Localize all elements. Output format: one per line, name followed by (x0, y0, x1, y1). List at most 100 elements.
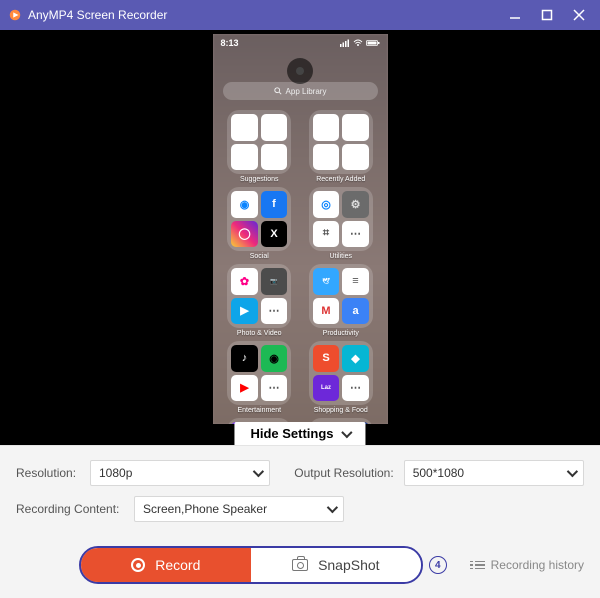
app-icon: ⚙ (342, 191, 369, 218)
app-icon: ⌗ (313, 221, 340, 248)
app-icon: ⋯ (261, 375, 288, 402)
folder-label: Productivity (323, 330, 359, 337)
chevron-down-icon (567, 466, 578, 477)
folder-label: Recently Added (316, 176, 365, 183)
folder-grid: ◉f◯X (227, 187, 291, 251)
folder-grid (309, 110, 373, 174)
record-label: Record (155, 557, 200, 573)
app-title: AnyMP4 Screen Recorder (28, 8, 167, 22)
app-icon (313, 144, 340, 171)
app-icon: ⋯ (261, 298, 288, 325)
app-icon: S (313, 345, 340, 372)
search-placeholder: App Library (286, 87, 327, 96)
maximize-button[interactable] (534, 5, 560, 25)
recording-history-button[interactable]: Recording history (470, 558, 584, 572)
app-icon: ♪ (231, 345, 258, 372)
app-icon: ◯ (231, 221, 258, 248)
record-button[interactable]: Record (81, 548, 251, 582)
app-folder[interactable]: ◎⚙⌗⋯ Utilities (304, 187, 378, 260)
app-icon (261, 144, 288, 171)
minimize-button[interactable] (502, 5, 528, 25)
app-icon: 📷 (261, 268, 288, 295)
folder-grid: 🕊≡Ma (309, 264, 373, 328)
app-folder[interactable]: ♪◉▶⋯ Entertainment (223, 341, 297, 414)
record-icon (131, 558, 145, 572)
phone-preview: 8:13 App Library Suggestions Recently Add… (213, 34, 388, 424)
output-resolution-label: Output Resolution: (294, 466, 393, 480)
preview-area: 8:13 App Library Suggestions Recently Add… (0, 30, 600, 445)
folder-label: Suggestions (240, 176, 279, 183)
record-snapshot-pair: Record SnapShot (79, 546, 423, 584)
app-icon (342, 144, 369, 171)
app-icon: ⋯ (342, 375, 369, 402)
app-folder[interactable]: Suggestions (223, 110, 297, 183)
phone-statusbar: 8:13 (213, 34, 388, 52)
app-icon: ≡ (342, 268, 369, 295)
app-icon: ▶ (231, 298, 258, 325)
window-controls (502, 5, 592, 25)
dynamic-island (287, 58, 313, 84)
app-icon: ◉ (231, 191, 258, 218)
app-icon: f (261, 191, 288, 218)
phone-time: 8:13 (221, 38, 239, 48)
folder-label: Shopping & Food (314, 407, 368, 414)
app-icon (231, 144, 258, 171)
app-library-search[interactable]: App Library (223, 82, 378, 100)
recording-history-label: Recording history (491, 558, 584, 572)
app-icon (261, 114, 288, 141)
chevron-down-icon (341, 426, 352, 437)
recording-content-label: Recording Content: (16, 502, 124, 516)
app-icon: ▶ (231, 375, 258, 402)
chevron-down-icon (327, 502, 338, 513)
resolution-label: Resolution: (16, 466, 80, 480)
app-icon: a (342, 298, 369, 325)
app-icon: ✿ (231, 268, 258, 295)
recording-content-select[interactable]: Screen,Phone Speaker (134, 496, 344, 522)
app-icon: ⋯ (342, 221, 369, 248)
chevron-down-icon (253, 466, 264, 477)
folder-grid (227, 110, 291, 174)
phone-status-icons (340, 38, 380, 48)
app-icon: 🕊 (313, 268, 340, 295)
folder-grid: ◎⚙⌗⋯ (309, 187, 373, 251)
app-icon: Laz (313, 375, 340, 402)
folder-grid: ✿📷▶⋯ (227, 264, 291, 328)
hide-settings-label: Hide Settings (250, 426, 333, 441)
app-icon: ◎ (313, 191, 340, 218)
app-icon: ◆ (342, 345, 369, 372)
app-icon (313, 114, 340, 141)
title-left: AnyMP4 Screen Recorder (8, 8, 167, 22)
controls-bar: Record SnapShot 4 Recording history (0, 538, 600, 598)
resolution-select[interactable]: 1080p (90, 460, 270, 486)
recording-content-value: Screen,Phone Speaker (143, 502, 267, 516)
app-icon (342, 114, 369, 141)
app-folder[interactable]: S◆Laz⋯ Shopping & Food (304, 341, 378, 414)
folder-label: Photo & Video (237, 330, 282, 337)
folder-label: Utilities (329, 253, 352, 260)
battery-icon (366, 39, 380, 47)
folder-grid: ♪◉▶⋯ (227, 341, 291, 405)
app-icon (231, 114, 258, 141)
list-icon (470, 561, 485, 570)
app-folder[interactable]: ✿📷▶⋯ Photo & Video (223, 264, 297, 337)
snapshot-label: SnapShot (318, 557, 380, 573)
app-icon: ◉ (261, 345, 288, 372)
folder-label: Entertainment (237, 407, 281, 414)
app-library-grid: SuggestionsRecently Added◉f◯XSocial◎⚙⌗⋯U… (213, 104, 388, 424)
signal-icon (340, 39, 350, 47)
output-resolution-select[interactable]: 500*1080 (404, 460, 584, 486)
title-bar: AnyMP4 Screen Recorder (0, 0, 600, 30)
app-folder[interactable]: Recently Added (304, 110, 378, 183)
app-icon: X (261, 221, 288, 248)
app-logo-icon (8, 8, 22, 22)
app-folder[interactable]: 🕊≡Ma Productivity (304, 264, 378, 337)
close-button[interactable] (566, 5, 592, 25)
app-icon: M (313, 298, 340, 325)
hide-settings-button[interactable]: Hide Settings (234, 422, 365, 445)
resolution-value: 1080p (99, 466, 132, 480)
count-badge[interactable]: 4 (429, 556, 447, 574)
camera-icon (292, 559, 308, 571)
app-folder[interactable]: ◉f◯XSocial (223, 187, 297, 260)
settings-panel: Resolution: 1080p Output Resolution: 500… (0, 445, 600, 538)
snapshot-button[interactable]: SnapShot (251, 548, 421, 582)
